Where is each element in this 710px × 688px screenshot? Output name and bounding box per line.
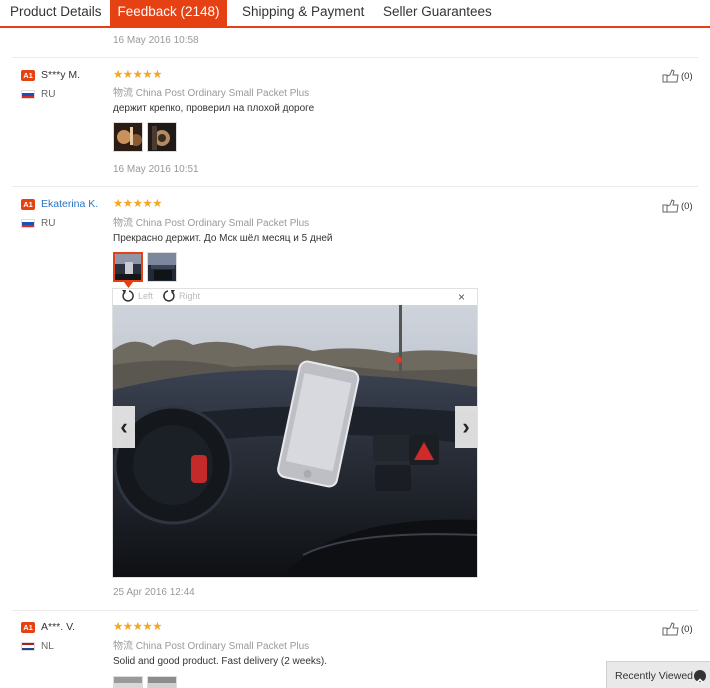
review-photo-thumb[interactable] bbox=[147, 122, 177, 152]
review-text: Solid and good product. Fast delivery (2… bbox=[113, 656, 327, 667]
review-photo-thumb[interactable] bbox=[147, 252, 177, 282]
review-text: Прекрасно держит. До Мск шёл месяц и 5 д… bbox=[113, 233, 333, 244]
tab-feedback[interactable]: Feedback (2148) bbox=[110, 0, 227, 28]
rotate-right-icon bbox=[163, 290, 175, 302]
buyer-name: S***y M. bbox=[41, 69, 81, 81]
divider bbox=[12, 610, 698, 611]
buyer-country: RU bbox=[41, 89, 56, 100]
tab-seller-guarantees[interactable]: Seller Guarantees bbox=[383, 0, 492, 26]
review-photo-large bbox=[113, 305, 477, 577]
shipping-method: 物流 China Post Ordinary Small Packet Plus bbox=[113, 88, 310, 99]
rotate-left-label: Left bbox=[138, 291, 154, 301]
recently-viewed-button[interactable]: Recently Viewed bbox=[606, 661, 710, 688]
previous-photo-button[interactable]: ‹ bbox=[113, 406, 135, 448]
review-date: 16 May 2016 10:58 bbox=[113, 35, 199, 46]
divider bbox=[12, 186, 698, 187]
thumbs-up-icon bbox=[662, 199, 679, 213]
thumbs-up-icon bbox=[662, 622, 679, 636]
divider bbox=[12, 57, 698, 58]
buyer-name[interactable]: Ekaterina K. bbox=[41, 198, 98, 210]
close-viewer-button[interactable]: × bbox=[458, 290, 465, 304]
thumbs-up-icon bbox=[662, 69, 679, 83]
helpful-count: (0) bbox=[681, 623, 693, 635]
star-rating: ★★★★★ bbox=[113, 621, 163, 633]
tab-product-details[interactable]: Product Details bbox=[10, 0, 102, 26]
recently-viewed-label: Recently Viewed bbox=[615, 670, 694, 682]
rotate-right-label: Right bbox=[179, 291, 201, 301]
flag-ru-icon bbox=[21, 90, 35, 99]
shipping-method: 物流 China Post Ordinary Small Packet Plus bbox=[113, 218, 310, 229]
buyer-country: NL bbox=[41, 641, 54, 652]
buyer-level-badge: A1 bbox=[21, 622, 35, 633]
star-rating: ★★★★★ bbox=[113, 198, 163, 210]
review-date: 16 May 2016 10:51 bbox=[113, 164, 199, 175]
helpful-button[interactable]: (0) bbox=[662, 199, 693, 213]
rotate-right-button[interactable]: Right bbox=[162, 289, 200, 303]
helpful-button[interactable]: (0) bbox=[662, 622, 693, 636]
tab-bar: Product Details Feedback (2148) Shipping… bbox=[0, 0, 710, 28]
tab-shipping-payment[interactable]: Shipping & Payment bbox=[242, 0, 364, 26]
buyer-level-badge: A1 bbox=[21, 199, 35, 210]
flag-nl-icon bbox=[21, 642, 35, 651]
review-photo-thumb[interactable] bbox=[147, 676, 177, 688]
next-photo-button[interactable]: › bbox=[455, 406, 477, 448]
rotate-left-icon bbox=[122, 290, 134, 302]
buyer-level-badge: A1 bbox=[21, 70, 35, 81]
shipping-method: 物流 China Post Ordinary Small Packet Plus bbox=[113, 641, 310, 652]
flag-ru-icon bbox=[21, 219, 35, 228]
helpful-count: (0) bbox=[681, 70, 693, 82]
buyer-name: A***. V. bbox=[41, 621, 76, 633]
review-photo-thumb[interactable] bbox=[113, 676, 143, 688]
review-text: держит крепко, проверил на плохой дороге bbox=[113, 103, 315, 114]
buyer-country: RU bbox=[41, 218, 56, 229]
review-date: 25 Apr 2016 12:44 bbox=[113, 587, 195, 598]
review-photo-thumb-selected[interactable] bbox=[113, 252, 143, 282]
chevron-up-icon bbox=[694, 670, 706, 684]
rotate-left-button[interactable]: Left bbox=[121, 289, 153, 303]
review-photo-thumb[interactable] bbox=[113, 122, 143, 152]
helpful-button[interactable]: (0) bbox=[662, 69, 693, 83]
star-rating: ★★★★★ bbox=[113, 69, 163, 81]
helpful-count: (0) bbox=[681, 200, 693, 212]
